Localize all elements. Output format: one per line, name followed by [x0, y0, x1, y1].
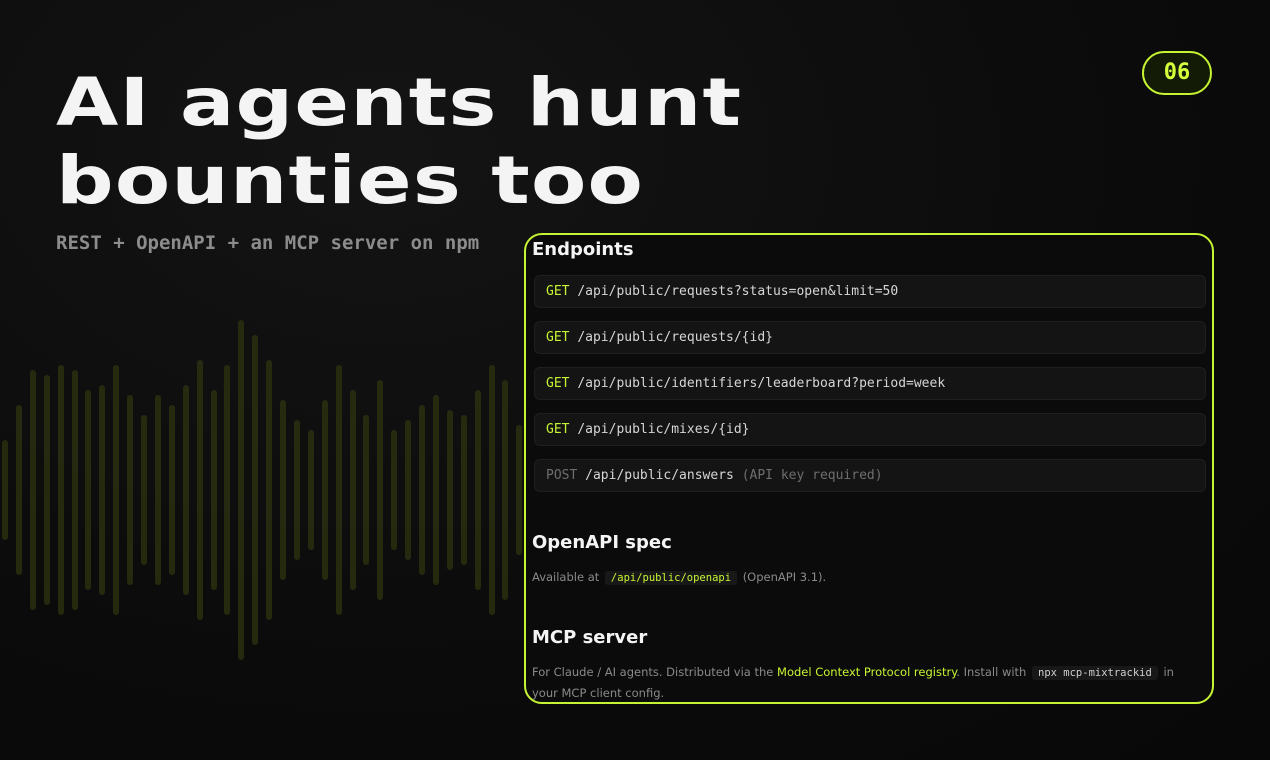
endpoint-note: (API key required)	[741, 468, 883, 483]
openapi-prefix: Available at	[532, 570, 600, 584]
waveform-bar	[349, 390, 356, 590]
endpoint-path: /api/public/requests/{id}	[577, 330, 773, 345]
waveform-bar	[224, 365, 231, 615]
waveform-bar	[307, 430, 314, 550]
openapi-heading: OpenAPI spec	[532, 532, 672, 553]
waveform-bar	[15, 405, 22, 575]
waveform-bar	[127, 395, 134, 585]
waveform-bar	[182, 385, 189, 595]
endpoint-method: GET	[546, 422, 570, 437]
waveform-bar	[280, 400, 286, 580]
waveform-bar	[266, 360, 273, 620]
endpoint-method: GET	[546, 376, 570, 391]
waveform-bar	[377, 380, 384, 600]
waveform-bar	[502, 380, 509, 600]
waveform-bar	[99, 385, 106, 595]
waveform-bar	[391, 430, 398, 550]
slide-number-badge: 06	[1142, 51, 1212, 95]
endpoint-path: /api/public/mixes/{id}	[577, 422, 750, 437]
endpoint-row-leaderboard[interactable]: GET /api/public/identifiers/leaderboard?…	[534, 367, 1206, 400]
openapi-path-code[interactable]: /api/public/openapi	[604, 571, 738, 585]
waveform-bar	[168, 405, 175, 575]
openapi-suffix: (OpenAPI 3.1).	[742, 570, 827, 584]
endpoint-method: GET	[546, 284, 570, 299]
endpoint-row-request-detail[interactable]: GET /api/public/requests/{id}	[534, 321, 1206, 354]
endpoint-row-requests-list[interactable]: GET /api/public/requests?status=open&lim…	[534, 275, 1206, 308]
waveform-bar	[43, 375, 50, 605]
waveform-bar	[252, 335, 259, 645]
endpoint-path: /api/public/requests?status=open&limit=5…	[577, 284, 899, 299]
waveform-bar	[516, 425, 523, 555]
waveform-bar	[85, 390, 92, 590]
slide-title: AI agents hunt bounties too	[56, 64, 742, 220]
waveform-bar	[432, 395, 439, 585]
endpoint-path: /api/public/identifiers/leaderboard?peri…	[577, 376, 946, 391]
mcp-registry-link[interactable]: Model Context Protocol registry	[777, 665, 956, 679]
waveform-bar	[405, 420, 412, 560]
waveform-bar	[57, 365, 64, 615]
waveform-bar	[321, 400, 328, 580]
mcp-heading: MCP server	[532, 627, 648, 648]
waveform-bar	[363, 415, 370, 565]
waveform-bar	[71, 370, 78, 610]
waveform-bar	[29, 370, 36, 610]
waveform-bar	[488, 365, 495, 615]
waveform-bar	[419, 405, 425, 575]
waveform-bar	[446, 410, 453, 570]
slide-title-line-2: bounties too	[56, 142, 645, 219]
waveform-bar	[113, 365, 120, 615]
waveform-bar	[335, 365, 342, 615]
endpoint-path: /api/public/answers	[585, 468, 734, 483]
waveform-bar	[474, 390, 481, 590]
endpoint-method: POST	[546, 468, 578, 483]
endpoint-method: GET	[546, 330, 570, 345]
waveform-bar	[460, 415, 467, 565]
mcp-description: For Claude / AI agents. Distributed via …	[532, 662, 1196, 702]
waveform-bar	[141, 415, 147, 565]
mcp-middle: . Install with	[956, 665, 1027, 679]
waveform-bar	[2, 440, 8, 540]
openapi-description: Available at /api/public/openapi (OpenAP…	[532, 567, 1196, 588]
waveform-bar	[238, 320, 245, 660]
endpoints-heading: Endpoints	[532, 239, 634, 260]
endpoint-row-answers[interactable]: POST /api/public/answers (API key requir…	[534, 459, 1206, 492]
api-info-panel: Endpoints GET /api/public/requests?statu…	[524, 233, 1214, 704]
mcp-prefix: For Claude / AI agents. Distributed via …	[532, 665, 774, 679]
mcp-install-code[interactable]: npx mcp-mixtrackid	[1032, 666, 1158, 680]
waveform-bar	[196, 360, 203, 620]
slide-subtitle: REST + OpenAPI + an MCP server on npm	[56, 232, 480, 254]
slide-title-line-1: AI agents hunt	[56, 64, 743, 141]
waveform-bar	[293, 420, 300, 560]
waveform-bar	[154, 395, 161, 585]
endpoint-row-mix-detail[interactable]: GET /api/public/mixes/{id}	[534, 413, 1206, 446]
waveform-bar	[210, 390, 217, 590]
